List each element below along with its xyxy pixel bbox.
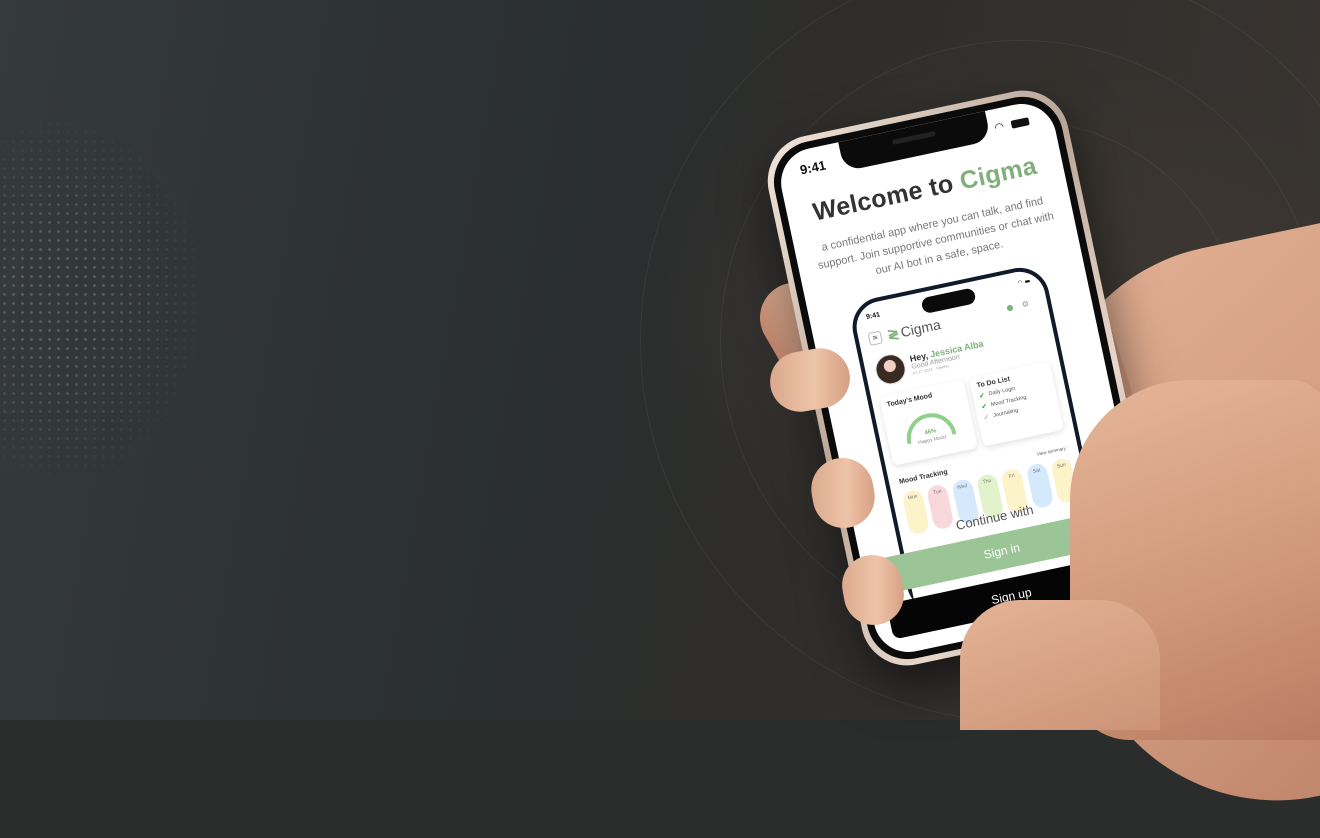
wifi-icon: ◠ xyxy=(993,119,1008,135)
avatar xyxy=(872,351,909,388)
speaker-grille xyxy=(891,130,936,145)
todo-item-label: Journaling xyxy=(992,407,1019,419)
battery-icon xyxy=(1010,117,1030,129)
check-icon: ✔ xyxy=(980,403,989,412)
status-icons: ◠ xyxy=(993,114,1030,134)
logo-mark-icon: ≷ xyxy=(885,324,901,343)
hand-base xyxy=(960,600,1160,730)
view-summary-link: View summary xyxy=(1036,445,1067,457)
preview-logo: ≷Cigma xyxy=(886,316,943,344)
todo-card: To Do List ✔ Daily Login ✔ Mood Tracking ✔… xyxy=(969,361,1064,447)
status-time: 9:41 xyxy=(798,157,828,178)
mood-card: Today's Mood 46% Happy Mood xyxy=(879,379,978,466)
check-icon: ✔ xyxy=(978,392,986,401)
menu-icon: ≡ xyxy=(867,330,883,346)
check-icon: ✔ xyxy=(983,413,991,422)
greeting-text: Hey, Jessica Alba Good Afternoon Fri 17 … xyxy=(909,339,987,376)
preview-status-icons: ◠ ▬ xyxy=(1016,277,1031,287)
welcome-brand: Cigma xyxy=(957,151,1040,196)
preview-logo-text: Cigma xyxy=(899,315,942,340)
dot-pattern xyxy=(0,110,300,490)
gear-icon: ⚙ xyxy=(1020,299,1030,310)
preview-status-time: 9:41 xyxy=(865,311,881,322)
bell-icon: ● xyxy=(1005,302,1015,313)
